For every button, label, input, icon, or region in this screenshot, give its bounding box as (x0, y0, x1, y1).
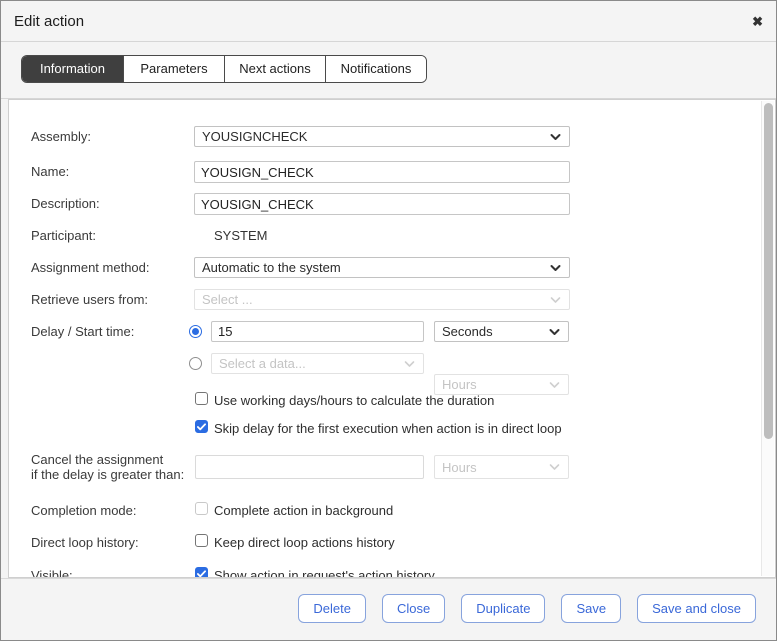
working-days-checkbox[interactable] (195, 392, 208, 405)
retrieve-users-label: Retrieve users from: (31, 292, 148, 307)
cancel-delay-input[interactable] (195, 455, 424, 479)
description-input[interactable] (194, 193, 570, 215)
assembly-select[interactable]: YOUSIGNCHECK (194, 126, 570, 147)
delay-data-placeholder: Select a data... (219, 356, 306, 371)
working-days-label: Use working days/hours to calculate the … (214, 393, 494, 408)
row-delay-data: Select a data... Hours (9, 353, 775, 395)
delay-value-input[interactable] (211, 321, 424, 342)
edit-action-dialog: Edit action ✖ Information Parameters Nex… (0, 0, 777, 641)
skip-delay-label: Skip delay for the first execution when … (214, 421, 562, 436)
chevron-down-icon (549, 464, 560, 471)
row-retrieve-users: Retrieve users from: Select ... (9, 289, 775, 310)
save-button[interactable]: Save (561, 594, 621, 623)
assignment-method-select[interactable]: Automatic to the system (194, 257, 570, 278)
row-assignment-method: Assignment method: Automatic to the syst… (9, 257, 775, 278)
completion-mode-checkbox-label: Complete action in background (214, 503, 393, 518)
tab-next-actions[interactable]: Next actions (224, 56, 325, 82)
delay-data-select: Select a data... (211, 353, 424, 374)
row-delay-fixed: Delay / Start time: Seconds (9, 321, 775, 342)
vertical-scrollbar[interactable] (761, 101, 774, 576)
chevron-down-icon (550, 264, 561, 271)
description-label: Description: (31, 196, 100, 211)
cancel-delay-unit-value: Hours (442, 460, 477, 475)
save-and-close-button[interactable]: Save and close (637, 594, 756, 623)
chevron-down-icon (550, 133, 561, 140)
cancel-assignment-label: Cancel the assignment if the delay is gr… (31, 452, 184, 482)
dialog-header: Edit action ✖ (1, 1, 776, 42)
tab-strip: Information Parameters Next actions Noti… (1, 42, 776, 99)
participant-value: SYSTEM (214, 228, 267, 243)
tab-group: Information Parameters Next actions Noti… (21, 55, 427, 83)
completion-mode-label: Completion mode: (31, 503, 137, 518)
completion-mode-checkbox (195, 502, 208, 515)
close-button[interactable]: Close (382, 594, 445, 623)
duplicate-button[interactable]: Duplicate (461, 594, 545, 623)
name-label: Name: (31, 164, 69, 179)
direct-loop-history-checkbox[interactable] (195, 534, 208, 547)
visible-checkbox-label: Show action in request's action history (214, 568, 435, 578)
name-input[interactable] (194, 161, 570, 183)
check-icon (197, 570, 206, 578)
data-delay-radio[interactable] (189, 357, 202, 370)
close-icon[interactable]: ✖ (752, 15, 763, 28)
row-assembly: Assembly: YOUSIGNCHECK (9, 126, 775, 147)
dialog-title: Edit action (14, 13, 84, 30)
fixed-delay-radio[interactable] (189, 325, 202, 338)
row-cancel-assignment: Cancel the assignment if the delay is gr… (9, 452, 775, 476)
chevron-down-icon (549, 381, 560, 388)
assembly-value: YOUSIGNCHECK (202, 129, 307, 144)
delay-data-unit-value: Hours (442, 377, 477, 392)
chevron-down-icon (550, 296, 561, 303)
assignment-method-value: Automatic to the system (202, 260, 341, 275)
visible-checkbox[interactable] (195, 567, 208, 578)
delay-data-unit-select: Hours (434, 374, 569, 395)
skip-delay-checkbox[interactable] (195, 420, 208, 433)
retrieve-users-select: Select ... (194, 289, 570, 310)
tab-information[interactable]: Information (22, 56, 123, 82)
assembly-label: Assembly: (31, 129, 91, 144)
check-icon (197, 423, 206, 431)
delay-unit-value: Seconds (442, 324, 493, 339)
visible-label: Visible: (31, 568, 73, 578)
form-panel: Assembly: YOUSIGNCHECK Name: Description… (8, 99, 776, 578)
tab-notifications[interactable]: Notifications (325, 56, 426, 82)
direct-loop-history-checkbox-label: Keep direct loop actions history (214, 535, 395, 550)
chevron-down-icon (404, 360, 415, 367)
participant-label: Participant: (31, 228, 96, 243)
direct-loop-history-label: Direct loop history: (31, 535, 139, 550)
dialog-footer: Delete Close Duplicate Save Save and clo… (1, 578, 776, 640)
cancel-delay-unit-select: Hours (434, 455, 569, 479)
retrieve-users-placeholder: Select ... (202, 292, 253, 307)
delay-start-label: Delay / Start time: (31, 324, 134, 339)
delay-unit-select[interactable]: Seconds (434, 321, 569, 342)
chevron-down-icon (549, 328, 560, 335)
assignment-method-label: Assignment method: (31, 260, 150, 275)
scrollbar-thumb[interactable] (764, 103, 773, 439)
tab-parameters[interactable]: Parameters (123, 56, 224, 82)
delete-button[interactable]: Delete (298, 594, 366, 623)
